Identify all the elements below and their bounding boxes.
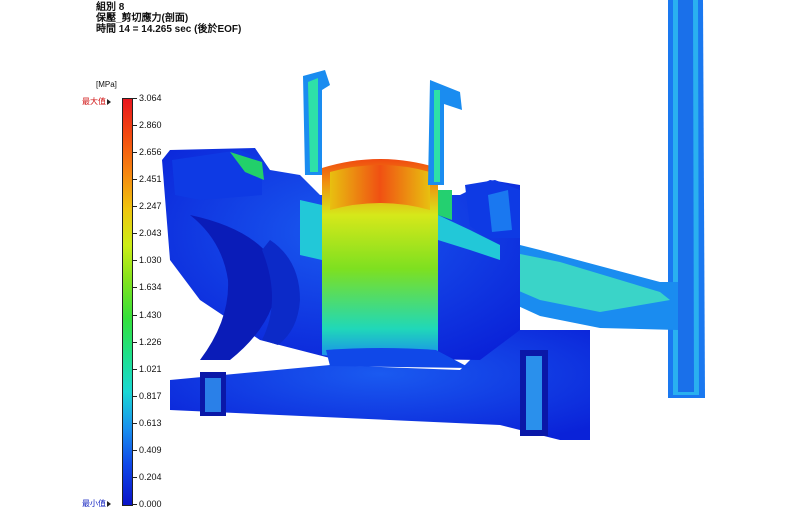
cross-section-model xyxy=(162,0,705,440)
right-gate-finger xyxy=(428,80,462,185)
